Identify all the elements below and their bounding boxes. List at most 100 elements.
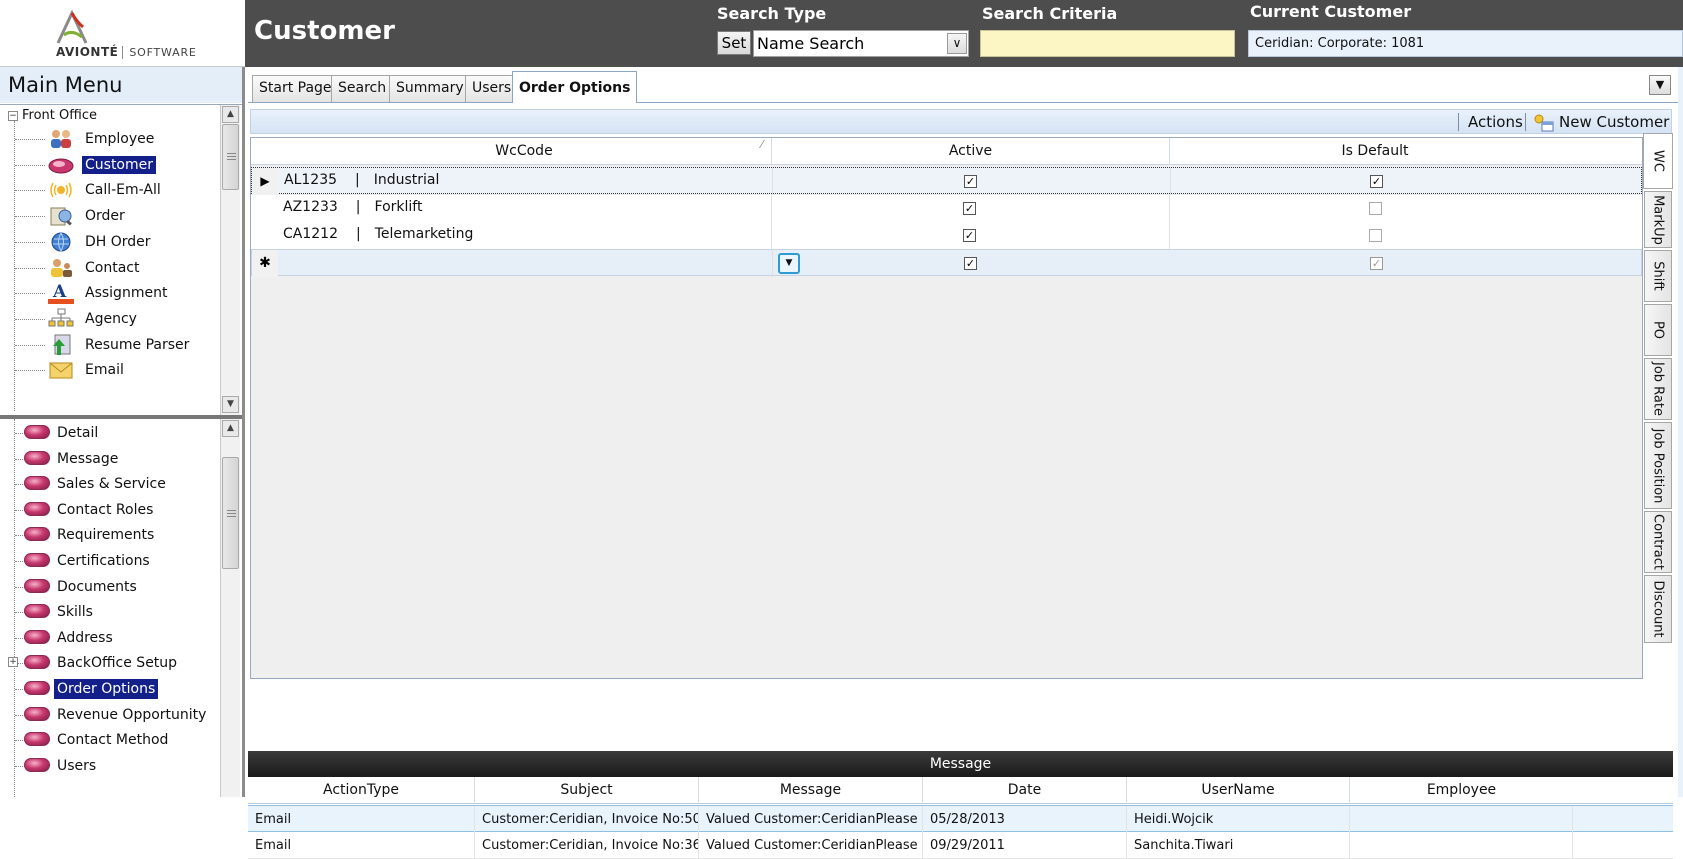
is-default-checkbox[interactable] [1369, 202, 1382, 215]
message-cell-user: Sanchita.Tiwari [1127, 832, 1350, 859]
scroll-thumb[interactable] [222, 124, 239, 190]
sidebar-item-order[interactable]: Order [48, 204, 218, 228]
message-cell-employee [1350, 832, 1573, 859]
message-cell-subject: Customer:Ceridian, Invoice No:3642 [475, 832, 699, 859]
chevron-down-icon[interactable]: ∨ [947, 33, 967, 54]
sidebar-item-customer[interactable]: Customer [48, 153, 218, 177]
wccode-cell[interactable]: AZ1233 | Forklift [283, 199, 422, 215]
sub-menu-item-documents[interactable]: Documents [24, 575, 209, 599]
active-checkbox[interactable]: ✓ [963, 229, 976, 242]
sidebar-item-employee[interactable]: Employee [48, 127, 218, 151]
new-row-active-checkbox[interactable]: ✓ [964, 257, 977, 270]
column-header-message[interactable]: Message [699, 777, 923, 804]
side-tab-job-position[interactable]: Job Position [1644, 422, 1672, 509]
table-row[interactable]: AZ1233 | Forklift ✓ [251, 195, 1642, 222]
front-office-node[interactable]: − Front Office [8, 108, 97, 123]
active-checkbox[interactable]: ✓ [963, 202, 976, 215]
set-button[interactable]: Set [717, 31, 751, 55]
tab-list-dropdown-icon[interactable]: ▼ [1649, 75, 1671, 95]
wccode-cell[interactable]: AL1235 | Industrial [284, 172, 439, 188]
sidebar-item-resume-parser[interactable]: Resume Parser [48, 333, 218, 357]
is-default-checkbox[interactable]: ✓ [1370, 175, 1383, 188]
message-grid-header: ActionType Subject Message Date UserName… [248, 777, 1673, 804]
sub-menu-item-label: Certifications [57, 553, 150, 569]
sub-menu-scrollbar[interactable]: ▲ [220, 419, 240, 797]
sub-menu-item-contact-method[interactable]: Contact Method [24, 728, 209, 752]
sidebar-item-email[interactable]: Email [48, 358, 218, 382]
customer-pill-icon [24, 681, 52, 697]
customer-pill-icon [24, 732, 52, 748]
column-header-date[interactable]: Date [923, 777, 1127, 804]
customer-sub-menu-tree: Detail Message Sales & Service Contact Role… [0, 419, 242, 797]
sub-menu-item-requirements[interactable]: Requirements [24, 523, 209, 547]
sub-menu-item-certifications[interactable]: Certifications [24, 549, 209, 573]
left-panel: Main Menu − Front Office Employee Customer… [0, 67, 245, 797]
column-header-wccode[interactable]: WcCode [277, 138, 772, 165]
actions-menu[interactable]: Actions [1468, 113, 1523, 131]
table-row[interactable]: ▶ AL1235 | Industrial ✓ ✓ [251, 167, 1642, 195]
column-header-actiontype[interactable]: ActionType [248, 777, 475, 804]
tab-order-options[interactable]: Order Options [512, 71, 638, 103]
scroll-thumb[interactable] [222, 457, 239, 569]
column-header-active[interactable]: Active [772, 138, 1170, 165]
message-row[interactable]: Email Customer:Ceridian, Invoice No:3642 V… [248, 832, 1673, 859]
side-tab-shift[interactable]: Shift [1644, 250, 1672, 302]
new-row-default-checkbox[interactable]: ✓ [1370, 257, 1383, 270]
sub-menu-item-sales-service[interactable]: Sales & Service [24, 472, 209, 496]
collapse-icon[interactable]: − [8, 110, 18, 121]
scroll-up-icon[interactable]: ▲ [222, 106, 239, 123]
side-tab-job-rate[interactable]: Job Rate [1644, 358, 1672, 420]
expand-icon[interactable]: + [8, 657, 18, 668]
active-checkbox[interactable]: ✓ [964, 175, 977, 188]
assignment-icon: A [48, 282, 74, 305]
sidebar-item-contact[interactable]: Contact [48, 256, 218, 280]
tab-start-page[interactable]: Start Page [252, 75, 339, 102]
is-default-checkbox[interactable] [1369, 229, 1382, 242]
sub-menu-item-detail[interactable]: Detail [24, 421, 209, 445]
sidebar-item-label: Employee [85, 131, 155, 147]
tab-search[interactable]: Search [331, 75, 394, 102]
column-header-subject[interactable]: Subject [475, 777, 699, 804]
sub-menu-item-revenue-opportunity[interactable]: Revenue Opportunity [24, 703, 209, 727]
scroll-up-icon[interactable]: ▲ [222, 420, 239, 437]
search-type-select[interactable]: Name Search ∨ [753, 30, 969, 57]
scroll-down-icon[interactable]: ▼ [222, 396, 239, 413]
column-header-username[interactable]: UserName [1127, 777, 1350, 804]
sub-menu-item-address[interactable]: Address [24, 626, 209, 650]
message-panel-title: Message [248, 751, 1673, 777]
table-row[interactable]: CA1212 | Telemarketing ✓ [251, 222, 1642, 249]
sub-menu-item-label: Contact Method [57, 732, 169, 749]
sidebar-item-assignment[interactable]: A Assignment [48, 281, 218, 305]
side-tab-markup[interactable]: MarkUp [1644, 191, 1672, 248]
sub-menu-item-label: Revenue Opportunity [57, 706, 207, 723]
dropdown-arrow-icon[interactable]: ▼ [778, 253, 800, 274]
sub-menu-item-skills[interactable]: Skills [24, 600, 209, 624]
sidebar-item-agency[interactable]: Agency [48, 307, 218, 331]
sub-menu-item-message[interactable]: Message [24, 447, 209, 471]
sidebar-item-call-em-all[interactable]: Call-Em-All [48, 178, 218, 202]
side-tab-discount[interactable]: Discount [1644, 575, 1672, 643]
wccode-cell[interactable]: CA1212 | Telemarketing [283, 226, 473, 242]
main-menu-scrollbar[interactable]: ▲ ▼ [220, 105, 240, 415]
tab-users[interactable]: Users [465, 75, 519, 102]
search-type-value: Name Search [757, 34, 865, 53]
column-header-is-default[interactable]: Is Default [1170, 138, 1580, 165]
side-tab-wc[interactable]: WC [1643, 133, 1673, 189]
side-tab-po[interactable]: PO [1644, 304, 1672, 356]
sub-menu-item-users[interactable]: Users [24, 754, 209, 778]
message-row[interactable]: Email Customer:Ceridian, Invoice No:5064 V… [248, 805, 1673, 833]
search-criteria-input[interactable] [980, 30, 1235, 57]
side-tab-contract[interactable]: Contract [1644, 511, 1672, 573]
new-row[interactable]: ✱ ▼ ✓ ✓ [251, 249, 1642, 277]
sub-menu-item-backoffice-setup[interactable]: BackOffice Setup [24, 651, 209, 675]
tab-summary[interactable]: Summary [389, 75, 471, 102]
tab-strip: Start Page Search Summary Users Order Op… [248, 67, 1683, 103]
current-customer-value: Ceridian: Corporate: 1081 [1255, 36, 1425, 51]
sidebar-item-dh-order[interactable]: DH Order [48, 230, 218, 254]
column-header-employee[interactable]: Employee [1350, 777, 1573, 804]
sub-menu-item-order-options[interactable]: Order Options [24, 677, 209, 701]
new-customer-button[interactable]: New Customer [1533, 113, 1669, 132]
sub-menu-item-contact-roles[interactable]: Contact Roles [24, 498, 209, 522]
current-customer-field: Ceridian: Corporate: 1081 [1248, 30, 1683, 57]
new-row-wccode-cell[interactable]: ▼ [278, 250, 800, 277]
